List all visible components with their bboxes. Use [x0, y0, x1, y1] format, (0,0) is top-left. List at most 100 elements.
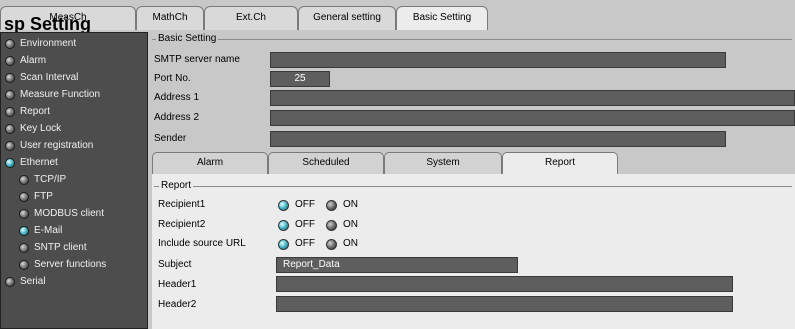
email-sub-tab-bar: Alarm Scheduled System Report	[152, 152, 795, 175]
status-led-icon	[19, 174, 29, 185]
sender-input[interactable]	[270, 131, 726, 147]
recipient1-label: Recipient1	[158, 199, 206, 210]
address-1-input[interactable]	[270, 90, 795, 106]
sidebar-item-email[interactable]: E-Mail	[19, 222, 62, 239]
radio-label: OFF	[295, 199, 315, 210]
address-2-label: Address 2	[154, 112, 200, 123]
sidebar-item-serial[interactable]: Serial	[5, 273, 46, 290]
status-led-icon	[5, 72, 15, 83]
radio-label: OFF	[295, 219, 315, 230]
status-led-icon	[5, 276, 15, 287]
tab-system[interactable]: System	[384, 152, 502, 174]
radio-label: ON	[343, 238, 358, 249]
radio-selected-icon	[278, 219, 289, 231]
sidebar-item-label: Ethernet	[20, 157, 58, 168]
header2-input[interactable]	[276, 296, 733, 312]
status-led-icon	[19, 242, 29, 253]
sidebar-item-server-functions[interactable]: Server functions	[19, 256, 106, 273]
radio-selected-icon	[278, 199, 289, 211]
port-no-label: Port No.	[154, 73, 191, 84]
radio-selected-icon	[278, 238, 289, 250]
tab-mathch[interactable]: MathCh	[136, 6, 204, 30]
sidebar-item-measure-function[interactable]: Measure Function	[5, 86, 100, 103]
radio-unselected-icon	[326, 238, 337, 250]
status-led-icon	[5, 157, 15, 168]
sidebar-item-key-lock[interactable]: Key Lock	[5, 120, 61, 137]
recipient2-on-radio[interactable]: ON	[326, 218, 358, 232]
sidebar-item-label: Measure Function	[20, 89, 101, 100]
sidebar-item-label: Alarm	[20, 55, 47, 66]
address-1-label: Address 1	[154, 92, 200, 103]
sidebar-item-label: SNTP client	[34, 242, 87, 253]
sidebar-item-tcpip[interactable]: TCP/IP	[19, 171, 66, 188]
tab-alarm[interactable]: Alarm	[152, 152, 268, 174]
sidebar-item-label: E-Mail	[34, 225, 63, 236]
address-2-input[interactable]	[270, 110, 795, 126]
radio-label: OFF	[295, 238, 315, 249]
radio-unselected-icon	[326, 219, 337, 231]
status-led-icon	[5, 55, 15, 66]
tab-report[interactable]: Report	[502, 152, 618, 175]
sidebar: Environment Alarm Scan Interval Measure …	[0, 32, 148, 329]
sidebar-item-label: Environment	[20, 38, 77, 49]
subject-label: Subject	[158, 259, 192, 270]
sidebar-item-label: TCP/IP	[34, 174, 67, 185]
status-led-icon	[19, 191, 29, 202]
sender-label: Sender	[154, 133, 187, 144]
report-group-title: Report	[159, 180, 194, 191]
sidebar-item-modbus-client[interactable]: MODBUS client	[19, 205, 104, 222]
top-tab-bar: MeasCh MathCh Ext.Ch General setting Bas…	[0, 0, 795, 30]
status-led-icon	[19, 259, 29, 270]
tab-extch[interactable]: Ext.Ch	[204, 6, 298, 30]
smtp-server-input[interactable]	[270, 52, 726, 68]
report-panel: Report Recipient1 OFF ON Recipient2 OFF …	[152, 174, 795, 329]
sidebar-item-alarm[interactable]: Alarm	[5, 52, 46, 69]
recipient2-off-radio[interactable]: OFF	[278, 218, 315, 232]
recipient1-on-radio[interactable]: ON	[326, 198, 358, 212]
tab-basic-setting[interactable]: Basic Setting	[396, 6, 488, 30]
sidebar-item-environment[interactable]: Environment	[5, 35, 76, 52]
status-led-icon	[19, 208, 29, 219]
sidebar-item-label: Serial	[20, 276, 46, 287]
sidebar-item-label: User registration	[20, 140, 94, 151]
sidebar-item-ethernet[interactable]: Ethernet	[5, 154, 58, 171]
sidebar-item-sntp-client[interactable]: SNTP client	[19, 239, 87, 256]
include-source-url-off-radio[interactable]: OFF	[278, 237, 315, 251]
recipient2-label: Recipient2	[158, 219, 206, 230]
sidebar-item-label: MODBUS client	[34, 208, 105, 219]
sidebar-item-label: Report	[20, 106, 51, 117]
recipient1-off-radio[interactable]: OFF	[278, 198, 315, 212]
header2-label: Header2	[158, 299, 197, 310]
port-no-input[interactable]: 25	[270, 71, 330, 87]
sidebar-item-report[interactable]: Report	[5, 103, 50, 120]
tab-scheduled[interactable]: Scheduled	[268, 152, 384, 174]
subject-input[interactable]: Report_Data	[276, 257, 518, 273]
basic-setting-panel: Basic Setting SMTP server name Port No. …	[152, 32, 795, 150]
sidebar-item-label: FTP	[34, 191, 53, 202]
include-source-url-label: Include source URL	[158, 238, 246, 249]
status-led-icon	[5, 140, 15, 151]
status-led-icon	[19, 225, 29, 236]
status-led-icon	[5, 106, 15, 117]
groupbox-border	[154, 186, 792, 187]
include-source-url-on-radio[interactable]: ON	[326, 237, 358, 251]
sidebar-item-label: Server functions	[34, 259, 107, 270]
sidebar-item-ftp[interactable]: FTP	[19, 188, 53, 205]
radio-label: ON	[343, 219, 358, 230]
basic-setting-group-title: Basic Setting	[156, 33, 219, 44]
status-led-icon	[5, 123, 15, 134]
tab-general-setting[interactable]: General setting	[298, 6, 396, 30]
page-title: sp Setting	[4, 16, 92, 32]
radio-unselected-icon	[326, 199, 337, 211]
smtp-server-label: SMTP server name	[154, 54, 240, 65]
groupbox-border	[152, 39, 792, 40]
sidebar-item-label: Scan Interval	[20, 72, 79, 83]
sidebar-item-scan-interval[interactable]: Scan Interval	[5, 69, 78, 86]
header1-label: Header1	[158, 279, 197, 290]
sidebar-item-user-registration[interactable]: User registration	[5, 137, 93, 154]
status-led-icon	[5, 38, 15, 49]
status-led-icon	[5, 89, 15, 100]
radio-label: ON	[343, 199, 358, 210]
sidebar-item-label: Key Lock	[20, 123, 62, 134]
header1-input[interactable]	[276, 276, 733, 292]
